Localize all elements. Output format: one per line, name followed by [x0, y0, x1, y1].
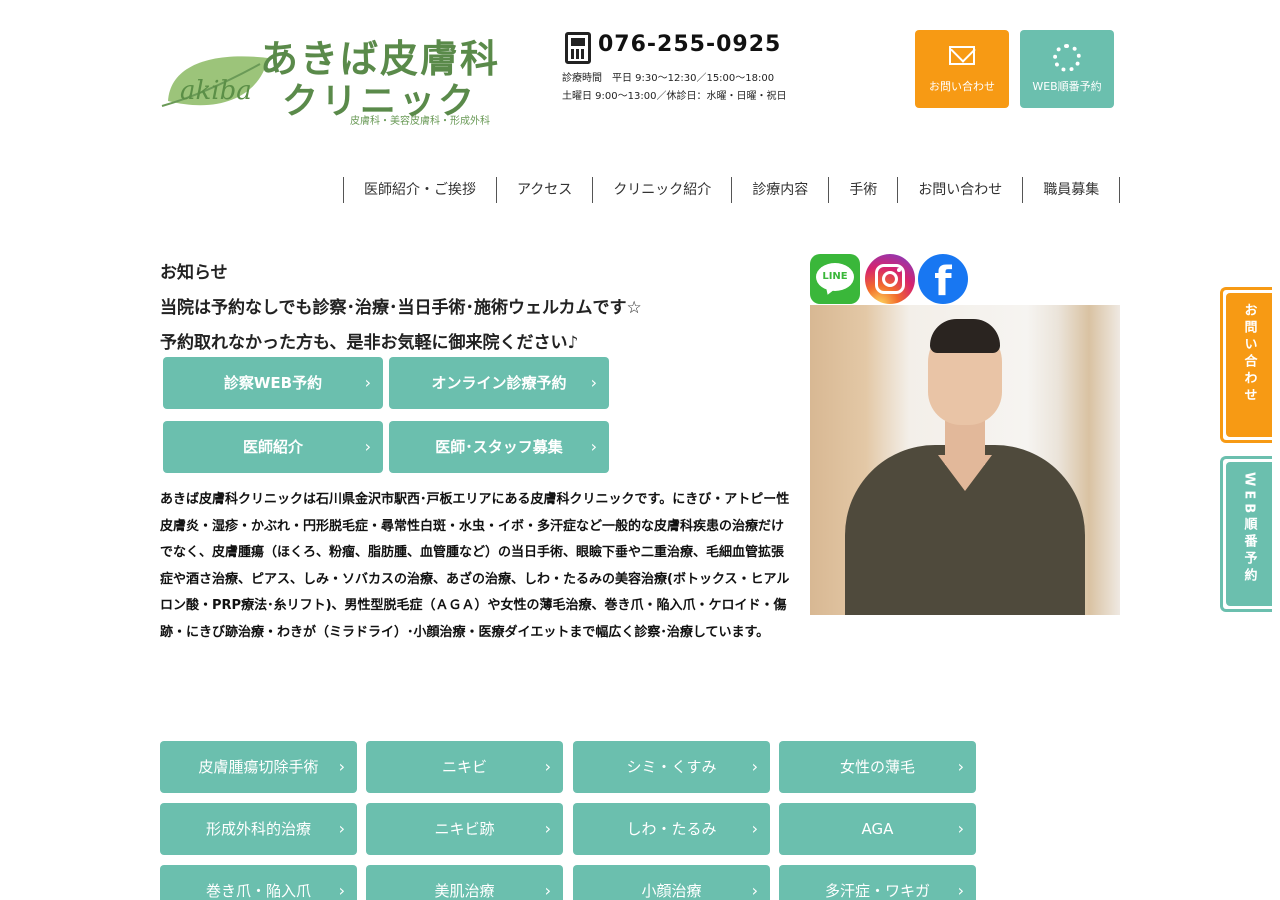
- logo-subtitle: 皮膚科・美容皮膚科・形成外科: [350, 116, 490, 127]
- treatment-wrinkles[interactable]: しわ・たるみ ›: [573, 803, 770, 855]
- doctor-intro-button[interactable]: 医師紹介 ›: [163, 421, 383, 473]
- hours-line-1: 診療時間 平日 9:30〜12:30／15:00〜18:00: [562, 73, 775, 84]
- doctor-photo: [810, 305, 1120, 615]
- treatment-label: 美肌治療: [434, 882, 495, 900]
- chevron-right-icon: ›: [957, 881, 964, 900]
- nav-item-access[interactable]: アクセス: [497, 177, 594, 203]
- nav-item-doctor[interactable]: 医師紹介・ご挨拶: [344, 177, 497, 203]
- chevron-right-icon: ›: [957, 819, 964, 838]
- chevron-right-icon: ›: [751, 881, 758, 900]
- treatment-acne[interactable]: ニキビ ›: [366, 741, 563, 793]
- photo-collar: [938, 455, 992, 491]
- treatment-label: 多汗症・ワキガ: [824, 882, 930, 900]
- photo-hair: [930, 319, 1000, 353]
- doctor-intro-button-label: 医師紹介: [242, 438, 303, 456]
- web-consultation-button-label: 診察WEB予約: [223, 374, 323, 392]
- notice-line-2: 予約取れなかった方も、是非お気軽に御来院ください♪: [160, 333, 579, 353]
- chevron-right-icon: ›: [338, 757, 345, 776]
- side-contact-tab[interactable]: お問い合わせ: [1220, 287, 1272, 443]
- facebook-glyph: f: [934, 259, 952, 304]
- chevron-right-icon: ›: [544, 757, 551, 776]
- nav-item-surgery[interactable]: 手術: [829, 177, 899, 203]
- staff-recruit-button[interactable]: 医師･スタッフ募集 ›: [389, 421, 609, 473]
- chevron-right-icon: ›: [544, 881, 551, 900]
- nav-item-recruit[interactable]: 職員募集: [1023, 177, 1121, 203]
- clinic-logo[interactable]: akiba あきば皮膚科 クリニック 皮膚科・美容皮膚科・形成外科: [160, 32, 498, 127]
- treatment-female-hair[interactable]: 女性の薄毛 ›: [779, 741, 976, 793]
- hours-line-2: 土曜日 9:00〜13:00／休診日：水曜・日曜・祝日: [562, 91, 787, 102]
- clinic-hours: 診療時間 平日 9:30〜12:30／15:00〜18:00 土曜日 9:00〜…: [562, 70, 786, 106]
- phone-number[interactable]: 076-255-0925: [598, 32, 781, 57]
- loading-spinner-icon: [1053, 44, 1081, 72]
- chevron-right-icon: ›: [590, 437, 597, 456]
- notice-title: お知らせ: [160, 263, 228, 283]
- instagram-lens: [882, 271, 898, 287]
- treatment-acne-scars[interactable]: ニキビ跡 ›: [366, 803, 563, 855]
- side-web-inner: WEB順番予約: [1226, 462, 1272, 606]
- side-contact-label: お問い合わせ: [1241, 303, 1257, 405]
- treatment-label: 小顔治療: [641, 882, 702, 900]
- treatment-small-face[interactable]: 小顔治療 ›: [573, 865, 770, 900]
- contact-button[interactable]: お問い合わせ: [915, 30, 1009, 108]
- instagram-dot: [897, 268, 901, 272]
- chevron-right-icon: ›: [364, 373, 371, 392]
- treatment-label: しわ・たるみ: [626, 820, 717, 838]
- treatment-label: 女性の薄毛: [839, 758, 915, 776]
- chevron-right-icon: ›: [364, 437, 371, 456]
- treatment-label: ニキビ: [441, 758, 487, 776]
- treatment-label: AGA: [861, 820, 894, 838]
- phone-icon: [565, 32, 591, 64]
- clinic-intro-text: あきば皮膚科クリニックは石川県金沢市駅西･戸板エリアにある皮膚科クリニックです。…: [160, 492, 790, 640]
- side-web-reservation-tab[interactable]: WEB順番予約: [1220, 456, 1272, 612]
- chevron-right-icon: ›: [590, 373, 597, 392]
- chevron-right-icon: ›: [338, 881, 345, 900]
- treatment-plastic-surgery[interactable]: 形成外科的治療 ›: [160, 803, 357, 855]
- contact-button-label: お問い合わせ: [929, 80, 995, 93]
- nav-item-treatments[interactable]: 診療内容: [732, 177, 830, 203]
- treatment-label: 形成外科的治療: [205, 820, 311, 838]
- treatment-skin-tumor[interactable]: 皮膚腫瘍切除手術 ›: [160, 741, 357, 793]
- chevron-right-icon: ›: [544, 819, 551, 838]
- treatment-skin-beauty[interactable]: 美肌治療 ›: [366, 865, 563, 900]
- logo-leaf-text: akiba: [180, 76, 252, 106]
- online-consultation-button-label: オンライン診療予約: [431, 374, 567, 392]
- chevron-right-icon: ›: [338, 819, 345, 838]
- line-label: LINE: [816, 263, 854, 291]
- treatment-label: 皮膚腫瘍切除手術: [198, 758, 319, 776]
- instagram-icon[interactable]: [865, 254, 915, 304]
- side-contact-inner: お問い合わせ: [1226, 293, 1272, 437]
- treatment-label: 巻き爪・陥入爪: [205, 882, 311, 900]
- treatment-spots[interactable]: シミ・くすみ ›: [573, 741, 770, 793]
- treatment-label: ニキビ跡: [434, 820, 495, 838]
- treatment-label: シミ・くすみ: [626, 758, 717, 776]
- mail-icon: [949, 46, 975, 65]
- nav-item-clinic[interactable]: クリニック紹介: [593, 177, 733, 203]
- facebook-icon[interactable]: f: [918, 254, 968, 304]
- line-icon[interactable]: LINE: [810, 254, 860, 304]
- nav-item-contact[interactable]: お問い合わせ: [898, 177, 1024, 203]
- staff-recruit-button-label: 医師･スタッフ募集: [435, 438, 563, 456]
- web-consultation-button[interactable]: 診察WEB予約 ›: [163, 357, 383, 409]
- chevron-right-icon: ›: [751, 819, 758, 838]
- main-nav: 医師紹介・ご挨拶 アクセス クリニック紹介 診療内容 手術 お問い合わせ 職員募…: [343, 177, 1121, 203]
- chevron-right-icon: ›: [751, 757, 758, 776]
- notice-line-1: 当院は予約なしでも診察･治療･当日手術･施術ウェルカムです☆: [160, 298, 642, 318]
- treatment-aga[interactable]: AGA ›: [779, 803, 976, 855]
- side-web-label: WEB順番予約: [1241, 472, 1257, 586]
- online-consultation-button[interactable]: オンライン診療予約 ›: [389, 357, 609, 409]
- treatment-ingrown-nail[interactable]: 巻き爪・陥入爪 ›: [160, 865, 357, 900]
- treatment-hyperhidrosis[interactable]: 多汗症・ワキガ ›: [779, 865, 976, 900]
- chevron-right-icon: ›: [957, 757, 964, 776]
- web-reservation-button[interactable]: WEB順番予約: [1020, 30, 1114, 108]
- web-reservation-button-label: WEB順番予約: [1032, 80, 1102, 93]
